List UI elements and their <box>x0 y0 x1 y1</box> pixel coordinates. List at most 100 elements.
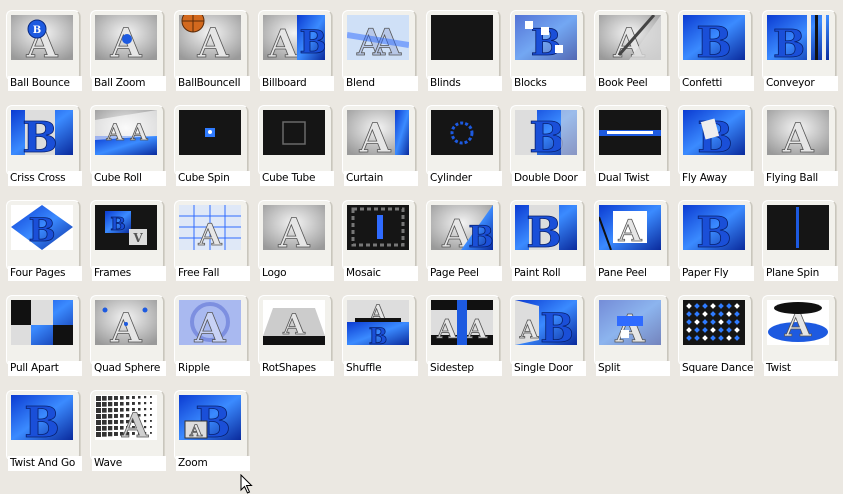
effect-label: Single Door <box>512 361 586 376</box>
effect-tile-twist[interactable]: A Twist <box>759 290 839 376</box>
effect-tile-flying-ball[interactable]: A Flying Ball <box>759 100 839 186</box>
criss-cross-icon: B <box>11 110 73 155</box>
effect-label: Pane Peel <box>596 266 670 281</box>
effect-tile-twist-and-go[interactable]: B Twist And Go <box>3 385 83 471</box>
effect-tile-split[interactable]: A Split <box>591 290 671 376</box>
effect-label: Confetti <box>680 76 754 91</box>
effect-tile-blinds[interactable]: Blinds <box>423 5 503 91</box>
svg-text:A: A <box>466 315 488 345</box>
svg-text:A: A <box>617 214 642 249</box>
twist-and-go-icon: B <box>11 395 73 440</box>
effect-label: Frames <box>92 266 166 281</box>
svg-text:B: B <box>696 208 732 250</box>
pull-apart-icon <box>11 300 73 345</box>
effect-tile-pane-peel[interactable]: A Pane Peel <box>591 195 671 281</box>
effect-tile-four-pages[interactable]: B Four Pages <box>3 195 83 281</box>
effect-tile-single-door[interactable]: A B Single Door <box>507 290 587 376</box>
cube-tube-icon <box>263 110 325 155</box>
effect-tile-cube-spin[interactable]: Cube Spin <box>171 100 251 186</box>
effect-tile-criss-cross[interactable]: B Criss Cross <box>3 100 83 186</box>
effect-tile-cylinder[interactable]: Cylinder <box>423 100 503 186</box>
effect-tile-plane-spin[interactable]: Plane Spin <box>759 195 839 281</box>
svg-text:B: B <box>529 113 565 155</box>
effect-tile-frames[interactable]: B V Frames <box>87 195 167 281</box>
svg-text:A: A <box>193 305 226 345</box>
svg-text:B: B <box>468 220 493 250</box>
mosaic-icon <box>347 205 409 250</box>
effect-tile-ball-zoom[interactable]: A Ball Zoom <box>87 5 167 91</box>
pane-peel-icon: A <box>599 205 661 250</box>
plane-spin-icon <box>767 205 829 250</box>
dual-twist-icon <box>599 110 661 155</box>
effect-label: Book Peel <box>596 76 670 91</box>
effect-tile-blend[interactable]: AA Blend <box>339 5 419 91</box>
effect-label: Four Pages <box>8 266 82 281</box>
effect-tile-logo[interactable]: A Logo <box>255 195 335 281</box>
effect-tile-zoom[interactable]: B A Zoom <box>171 385 251 471</box>
effect-label: Cylinder <box>428 171 502 186</box>
effect-tile-sidestep[interactable]: A A Sidestep <box>423 290 503 376</box>
svg-text:A: A <box>282 308 306 341</box>
cube-roll-icon: AA <box>95 110 157 155</box>
svg-text:A: A <box>189 421 203 440</box>
effect-tile-paper-fly[interactable]: B Paper Fly <box>675 195 755 281</box>
effect-tile-book-peel[interactable]: A Book Peel <box>591 5 671 91</box>
effect-label: Pull Apart <box>8 361 82 376</box>
effect-tile-ball-bounce[interactable]: A B Ball Bounce <box>3 5 83 91</box>
effect-tile-blocks[interactable]: B Blocks <box>507 5 587 91</box>
effect-tile-mosaic[interactable]: Mosaic <box>339 195 419 281</box>
svg-text:B: B <box>369 324 388 345</box>
svg-text:B: B <box>526 208 562 250</box>
effect-tile-shuffle[interactable]: A B Shuffle <box>339 290 419 376</box>
cylinder-icon <box>431 110 493 155</box>
effect-tile-conveyor[interactable]: B Conveyor <box>759 5 839 91</box>
effect-label: Cube Spin <box>176 171 250 186</box>
effect-tile-ripple[interactable]: A Ripple <box>171 290 251 376</box>
effect-label: Blinds <box>428 76 502 91</box>
effect-label: Blend <box>344 76 418 91</box>
svg-text:A: A <box>129 120 148 146</box>
svg-text:V: V <box>132 231 143 245</box>
effect-tile-pull-apart[interactable]: Pull Apart <box>3 290 83 376</box>
effect-label: Dual Twist <box>596 171 670 186</box>
effect-label: Shuffle <box>344 361 418 376</box>
svg-text:A: A <box>436 315 458 345</box>
effect-label: Cube Roll <box>92 171 166 186</box>
effect-tile-square-dance[interactable]: Square Dance <box>675 290 755 376</box>
effect-tile-billboard[interactable]: A B Billboard <box>255 5 335 91</box>
effect-tile-cube-tube[interactable]: Cube Tube <box>255 100 335 186</box>
double-door-icon: B <box>515 110 577 155</box>
effect-label: Conveyor <box>764 76 838 91</box>
effect-label: Double Door <box>512 171 586 186</box>
mouse-pointer-icon <box>240 474 253 494</box>
conveyor-icon: B <box>767 15 829 60</box>
page-peel-icon: AB <box>431 205 493 250</box>
free-fall-icon: A <box>179 205 241 250</box>
effect-tile-wave[interactable]: A Wave <box>87 385 167 471</box>
effect-label: Curtain <box>344 171 418 186</box>
effect-label: Split <box>596 361 670 376</box>
effect-tile-free-fall[interactable]: A Free Fall <box>171 195 251 281</box>
effect-tile-ball-bounce-ii[interactable]: A BallBounceII <box>171 5 251 91</box>
effect-tile-cube-roll[interactable]: A A Cube Roll <box>87 100 167 186</box>
effect-tile-rot-shapes[interactable]: A RotShapes <box>255 290 335 376</box>
blend-icon: AA <box>347 15 409 60</box>
effect-tile-paint-roll[interactable]: B Paint Roll <box>507 195 587 281</box>
effect-tile-double-door[interactable]: B Double Door <box>507 100 587 186</box>
effect-tile-confetti[interactable]: B Confetti <box>675 5 755 91</box>
flying-ball-icon: A <box>767 110 829 155</box>
effect-tile-quad-sphere[interactable]: A Quad Sphere <box>87 290 167 376</box>
effect-label: Ripple <box>176 361 250 376</box>
effect-tile-fly-away[interactable]: B Fly Away <box>675 100 755 186</box>
svg-text:A: A <box>277 210 310 250</box>
effect-label: Zoom <box>176 456 250 471</box>
effect-label: Paint Roll <box>512 266 586 281</box>
effect-tile-dual-twist[interactable]: Dual Twist <box>591 100 671 186</box>
svg-text:A: A <box>519 315 539 344</box>
effect-label: RotShapes <box>260 361 334 376</box>
blinds-icon <box>431 15 493 60</box>
effect-label: Free Fall <box>176 266 250 281</box>
effect-tile-page-peel[interactable]: A B Page Peel <box>423 195 503 281</box>
effect-tile-curtain[interactable]: A Curtain <box>339 100 419 186</box>
ball-bounce-ii-icon: A <box>179 15 241 60</box>
